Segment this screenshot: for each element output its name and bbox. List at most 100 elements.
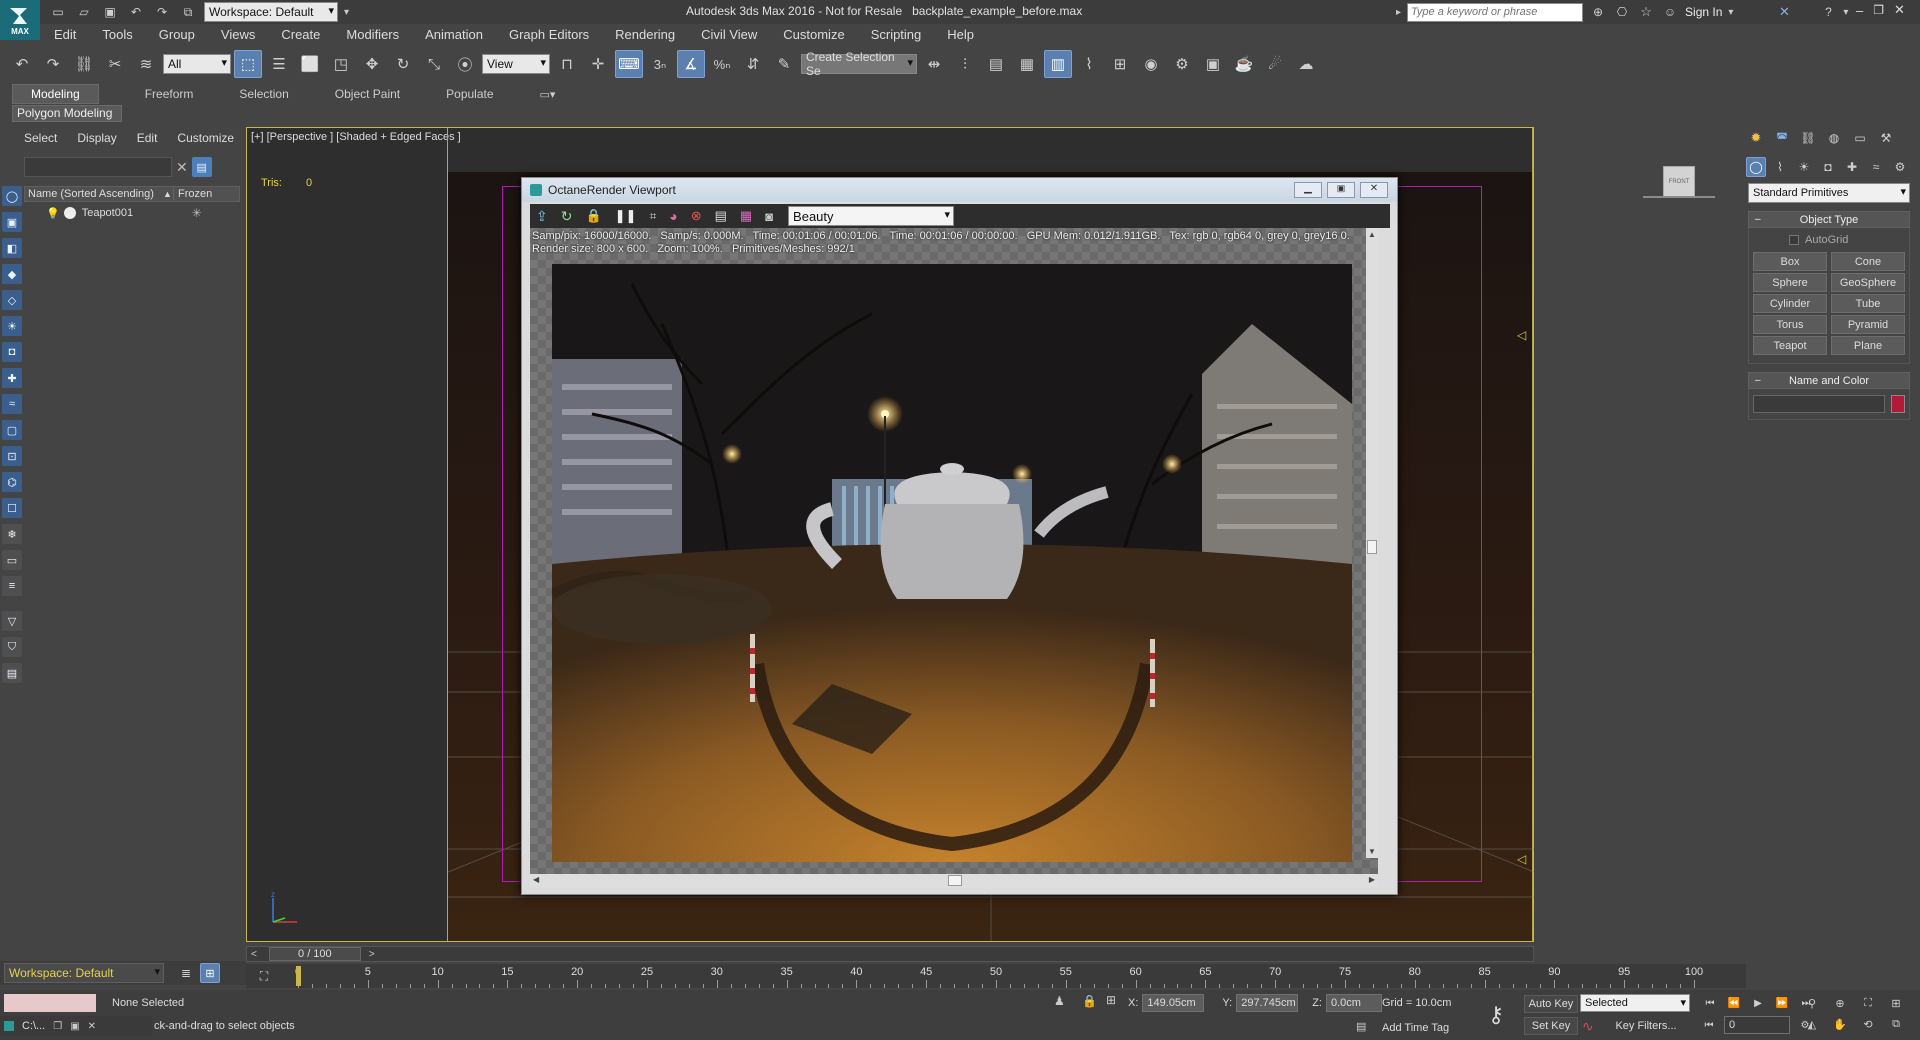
vertical-scroll-thumb[interactable] bbox=[1367, 540, 1377, 554]
zoom-icon[interactable]: ⚲ bbox=[1802, 994, 1822, 1012]
select-manipulate-icon[interactable]: ✛ bbox=[584, 50, 612, 78]
display-groups-icon[interactable]: ▢ bbox=[2, 420, 22, 440]
help-icon[interactable]: ? bbox=[1819, 3, 1837, 21]
object-name-input[interactable] bbox=[1753, 395, 1885, 413]
display-lights-icon[interactable]: ☀ bbox=[2, 316, 22, 336]
display-cameras-icon[interactable]: ◘ bbox=[2, 342, 22, 362]
torus-button[interactable]: Torus bbox=[1753, 315, 1827, 334]
spinner-snap-icon[interactable]: ⇵ bbox=[739, 50, 767, 78]
clear-search-icon[interactable]: ✕ bbox=[176, 159, 188, 176]
select-by-name-icon[interactable]: ☰ bbox=[265, 50, 293, 78]
light-bulb-icon[interactable]: 💡 bbox=[46, 207, 60, 220]
current-frame-field[interactable]: 0 bbox=[1724, 1016, 1790, 1034]
edit-named-selection-icon[interactable]: ✎ bbox=[770, 50, 798, 78]
menu-scripting[interactable]: Scripting bbox=[871, 27, 922, 42]
display-space-warps-icon[interactable]: ≈ bbox=[2, 394, 22, 414]
scene-explorer-toggle-icon[interactable]: ▥ bbox=[1044, 50, 1072, 78]
percent-snap-icon[interactable]: % ₙ bbox=[708, 50, 736, 78]
display-shapes-icon[interactable]: ◇ bbox=[2, 290, 22, 310]
render-setup-icon[interactable]: ⚙ bbox=[1168, 50, 1196, 78]
ribbon-tab-selection[interactable]: Selection bbox=[239, 87, 288, 101]
tube-button[interactable]: Tube bbox=[1831, 294, 1905, 313]
octane-color-picker-icon[interactable]: ◕ bbox=[669, 208, 677, 224]
time-slider-thumb[interactable]: 0 / 100 bbox=[268, 947, 361, 961]
maximize-viewport-icon[interactable]: ⧉ bbox=[1886, 1015, 1906, 1033]
display-containers-icon[interactable]: ☐ bbox=[2, 498, 22, 518]
angle-snap-icon[interactable]: ∡ bbox=[677, 50, 705, 78]
helpers-category-icon[interactable]: ✚ bbox=[1842, 157, 1862, 177]
set-key-button[interactable]: Set Key bbox=[1524, 1017, 1578, 1035]
box-button[interactable]: Box bbox=[1753, 252, 1827, 271]
pan-view-icon[interactable]: ✋ bbox=[1830, 1015, 1850, 1033]
octane-minimize-icon[interactable]: ▁ bbox=[1294, 182, 1322, 198]
lights-category-icon[interactable]: ☀ bbox=[1794, 157, 1814, 177]
set-key-icon[interactable]: ⚷ bbox=[1488, 1002, 1504, 1028]
cameras-category-icon[interactable]: ◘ bbox=[1818, 157, 1838, 177]
x-coordinate-field[interactable]: 149.05cm bbox=[1142, 994, 1205, 1012]
move-icon[interactable]: ✥ bbox=[358, 50, 386, 78]
window-crossing-icon[interactable]: ◳ bbox=[327, 50, 355, 78]
display-all-icon[interactable]: ▣ bbox=[2, 212, 22, 232]
unlink-icon[interactable]: ✂ bbox=[101, 50, 129, 78]
zoom-all-icon[interactable]: ⊕ bbox=[1830, 994, 1850, 1012]
ribbon-tab-object-paint[interactable]: Object Paint bbox=[335, 87, 400, 101]
shapes-category-icon[interactable]: ⌇ bbox=[1770, 157, 1790, 177]
frozen-snowflake-icon[interactable]: ✳ bbox=[192, 206, 202, 220]
plane-button[interactable]: Plane bbox=[1831, 336, 1905, 355]
rectangular-selection-icon[interactable]: ⬜ bbox=[296, 50, 324, 78]
octane-lock-icon[interactable]: 🔒 bbox=[585, 208, 601, 224]
geometry-category-icon[interactable]: ◯ bbox=[1746, 157, 1766, 177]
scroll-left-icon[interactable]: ◀ bbox=[533, 875, 539, 884]
cylinder-button[interactable]: Cylinder bbox=[1753, 294, 1827, 313]
scroll-right-icon[interactable]: ▶ bbox=[1369, 875, 1375, 884]
menu-group[interactable]: Group bbox=[159, 27, 195, 42]
octane-vertical-scrollbar[interactable]: ▲ ▼ bbox=[1366, 228, 1378, 858]
key-mode-toggle-icon[interactable]: ⏮ bbox=[1700, 1016, 1718, 1034]
scene-explorer-menu-customize[interactable]: Customize bbox=[177, 131, 234, 145]
menu-rendering[interactable]: Rendering bbox=[615, 27, 675, 42]
display-helpers-icon[interactable]: ✚ bbox=[2, 368, 22, 388]
time-slider[interactable]: < 0 / 100 > bbox=[246, 946, 1534, 962]
autodesk-exchange-icon[interactable]: ✕ bbox=[1775, 3, 1793, 21]
display-xrefs-icon[interactable]: ⊡ bbox=[2, 446, 22, 466]
viewport-label[interactable]: [+] [Perspective ] [Shaded + Edged Faces… bbox=[251, 131, 461, 143]
workspace-dropdown[interactable]: Workspace: Default bbox=[204, 2, 338, 22]
octane-horizontal-scrollbar[interactable]: ◀ ▶ bbox=[530, 874, 1378, 888]
horizontal-scroll-thumb[interactable] bbox=[948, 875, 962, 886]
maxscript-listener[interactable] bbox=[4, 994, 96, 1012]
octane-send-scene-icon[interactable]: ⇪ bbox=[536, 208, 548, 225]
scroll-down-icon[interactable]: ▼ bbox=[1368, 847, 1376, 856]
scroll-up-icon[interactable]: ▲ bbox=[1368, 230, 1376, 239]
ribbon-tab-populate[interactable]: Populate bbox=[446, 87, 493, 101]
primitive-category-dropdown[interactable]: Standard Primitives bbox=[1748, 183, 1910, 203]
track-bar[interactable]: ⛶ 05101520253035404550556065707580859095… bbox=[246, 964, 1746, 988]
bind-space-warp-icon[interactable]: ≋ bbox=[132, 50, 160, 78]
hierarchy-tab-icon[interactable]: ⛓ bbox=[1798, 128, 1818, 148]
time-slider-prev-icon[interactable]: < bbox=[247, 949, 261, 960]
key-filters-button[interactable]: Key Filters... bbox=[1602, 1017, 1690, 1035]
layer-explorer-icon[interactable]: ▤ bbox=[982, 50, 1010, 78]
sign-in-link[interactable]: Sign In bbox=[1685, 5, 1722, 19]
communication-icon[interactable]: ⎔ bbox=[1613, 3, 1631, 21]
taskbar-label[interactable]: C:\... bbox=[22, 1020, 45, 1032]
viewcube-ring[interactable] bbox=[1643, 196, 1715, 198]
octane-clear-icon[interactable]: ⊗ bbox=[691, 208, 702, 224]
binoculars-icon[interactable]: ⊕ bbox=[1589, 3, 1607, 21]
rotate-icon[interactable]: ↻ bbox=[389, 50, 417, 78]
undo-icon[interactable]: ↶ bbox=[126, 2, 146, 22]
octane-film-icon[interactable]: ▦ bbox=[740, 208, 752, 224]
keyboard-shortcut-override-icon[interactable]: ⌨ bbox=[615, 50, 643, 78]
octane-maximize-icon[interactable]: ▣ bbox=[1327, 182, 1355, 198]
display-bones-icon[interactable]: ⌬ bbox=[2, 472, 22, 492]
view-handle-right-icon[interactable]: ◁ bbox=[1517, 328, 1526, 342]
table-row[interactable]: 💡 Teapot001 ✳ bbox=[24, 204, 240, 222]
octane-rendered-image[interactable] bbox=[552, 264, 1352, 862]
filter-icon[interactable]: ▽ bbox=[2, 611, 22, 631]
menu-edit[interactable]: Edit bbox=[54, 27, 76, 42]
systems-category-icon[interactable]: ⚙ bbox=[1890, 157, 1910, 177]
keyword-search-input[interactable] bbox=[1407, 2, 1584, 22]
taskbar-close-icon[interactable]: ✕ bbox=[88, 1021, 96, 1032]
status-workspace-dropdown[interactable]: Workspace: Default bbox=[4, 963, 164, 983]
layers-icon[interactable]: ≣ bbox=[176, 963, 196, 983]
find-filter-icon[interactable]: ▤ bbox=[191, 157, 212, 177]
